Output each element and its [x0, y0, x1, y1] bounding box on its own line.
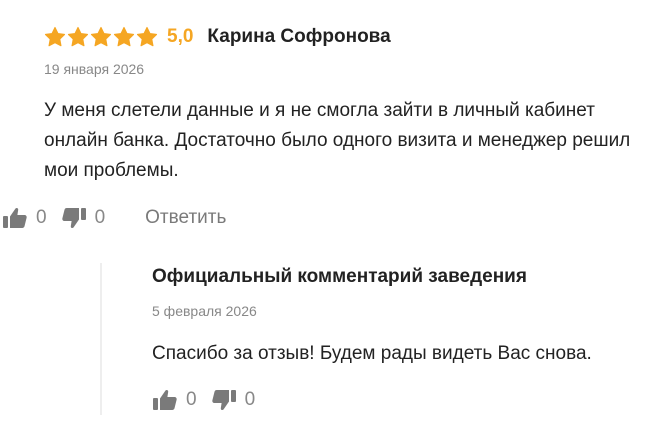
dislike-button[interactable]: 0 — [61, 207, 106, 229]
review-actions: 0 0 Ответить — [2, 205, 226, 231]
reply-like-count: 0 — [186, 389, 197, 410]
official-reply-actions: 0 0 — [152, 387, 255, 413]
like-count: 0 — [36, 207, 47, 228]
reply-like-button[interactable]: 0 — [152, 389, 197, 411]
review-header: 5,0 Карина Софронова — [44, 24, 391, 50]
official-reply-date: 5 февраля 2026 — [152, 303, 257, 319]
thumbs-up-icon — [152, 389, 178, 411]
dislike-count: 0 — [94, 207, 106, 228]
review-text: У меня слетели данные и я не смогла зайт… — [44, 100, 631, 181]
review-date: 19 января 2026 — [44, 61, 145, 77]
official-reply-title: Официальный комментарий заведения — [152, 266, 527, 287]
like-button[interactable]: 0 — [2, 207, 47, 229]
star-icon — [90, 26, 112, 48]
reply-dislike-count: 0 — [244, 389, 256, 410]
rating-stars — [44, 26, 158, 48]
star-icon — [67, 26, 89, 48]
star-icon — [44, 26, 66, 48]
rating-value: 5,0 — [167, 26, 194, 47]
thumbs-up-icon — [2, 207, 28, 229]
author-name: Карина Софронова — [207, 26, 391, 47]
thumbs-down-icon — [211, 389, 237, 411]
reply-dislike-button[interactable]: 0 — [211, 389, 256, 411]
thumbs-down-icon — [61, 207, 87, 229]
star-icon — [136, 26, 158, 48]
official-reply-text: Спасибо за отзыв! Будем рады видеть Вас … — [152, 343, 592, 364]
star-icon — [113, 26, 135, 48]
reply-button[interactable]: Ответить — [145, 207, 226, 229]
